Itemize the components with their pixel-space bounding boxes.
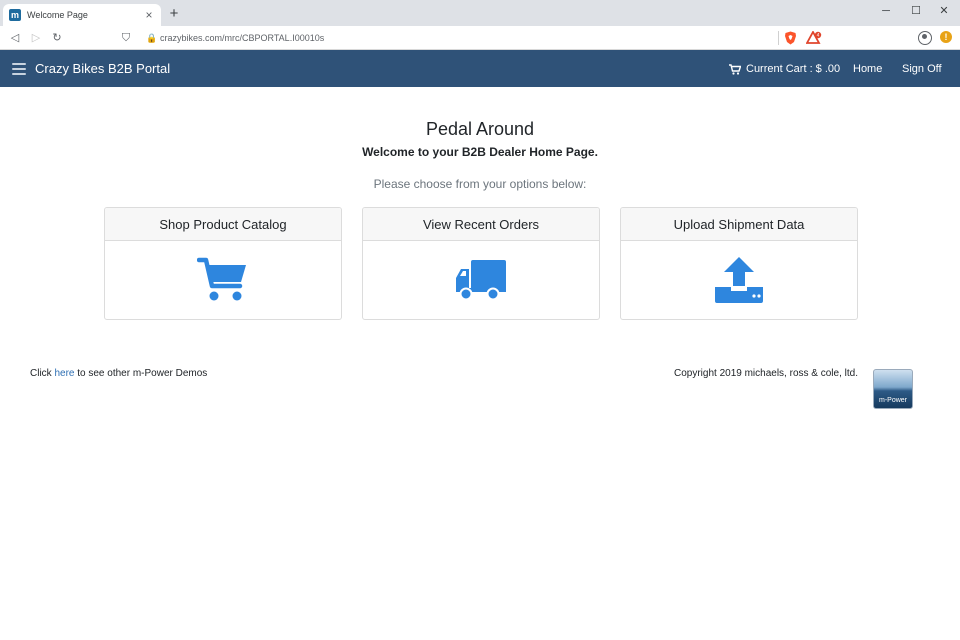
maximize-window-button[interactable]: ☐ <box>906 3 926 19</box>
forward-button[interactable]: ▷ <box>28 30 44 46</box>
card-body-shop[interactable] <box>105 241 341 319</box>
welcome-message: Welcome to your B2B Dealer Home Page. <box>362 145 598 159</box>
truck-icon[interactable] <box>455 256 507 304</box>
app-navbar: Crazy Bikes B2B Portal Current Cart : $ … <box>0 50 960 87</box>
tab-title: Welcome Page <box>27 10 88 20</box>
lock-icon: 🔒 <box>146 33 158 43</box>
copyright-text: Copyright 2019 michaels, ross & cole, lt… <box>674 368 858 379</box>
brand-title[interactable]: Crazy Bikes B2B Portal <box>35 61 170 77</box>
tab-close-icon[interactable]: × <box>143 9 155 21</box>
card-header-upload-shipment-data[interactable]: Upload Shipment Data <box>621 208 857 241</box>
close-window-button[interactable]: ✕ <box>934 3 954 19</box>
minimize-window-button[interactable]: ─ <box>876 3 896 19</box>
card-body-upload[interactable] <box>621 241 857 319</box>
card-header-shop-product-catalog[interactable]: Shop Product Catalog <box>105 208 341 241</box>
sign-off-link[interactable]: Sign Off <box>902 62 942 76</box>
hamburger-menu-icon[interactable] <box>12 63 26 75</box>
brave-rewards-icon[interactable]: 4 <box>806 31 822 45</box>
svg-text:4: 4 <box>817 33 820 39</box>
card-header-view-recent-orders[interactable]: View Recent Orders <box>363 208 599 241</box>
demo-suffix: to see other m-Power Demos <box>74 368 208 379</box>
current-cart-link[interactable]: Current Cart : $ .00 <box>729 62 840 76</box>
back-button[interactable]: ◁ <box>7 30 23 46</box>
home-link[interactable]: Home <box>853 62 882 76</box>
view-recent-orders-card[interactable]: View Recent Orders <box>362 207 600 320</box>
instructions-text: Please choose from your options below: <box>373 177 587 191</box>
cart-icon <box>729 63 741 75</box>
browser-toolbar: ◁ ▷ ↻ ⛉ 🔒 crazybikes.com/mrc/CBPORTAL.I0… <box>0 26 960 50</box>
browser-tab-welcome-page[interactable]: m Welcome Page × <box>3 4 161 26</box>
shopping-cart-icon[interactable] <box>197 256 249 304</box>
brave-shields-icon[interactable] <box>784 31 797 45</box>
page-title: Pedal Around <box>425 119 535 139</box>
reload-button[interactable]: ↻ <box>49 30 65 46</box>
demo-links-text: Click here to see other m-Power Demos <box>30 367 207 380</box>
demo-here-link[interactable]: here <box>54 368 74 379</box>
address-divider <box>778 31 779 45</box>
new-tab-button[interactable]: + <box>166 6 182 22</box>
demo-prefix: Click <box>30 368 55 379</box>
update-alert-icon[interactable]: ! <box>940 31 952 43</box>
bookmark-icon[interactable]: ⛉ <box>118 30 134 46</box>
shop-product-catalog-card[interactable]: Shop Product Catalog <box>104 207 342 320</box>
profile-icon[interactable] <box>918 31 932 45</box>
upload-icon[interactable] <box>713 256 765 304</box>
current-cart-label: Current Cart : $ .00 <box>746 63 841 75</box>
mpower-logo-text: m-Power <box>878 397 907 404</box>
card-body-orders[interactable] <box>363 241 599 319</box>
upload-shipment-data-card[interactable]: Upload Shipment Data <box>620 207 858 320</box>
browser-tabstrip: m Welcome Page × + ─ ☐ ✕ <box>0 0 960 26</box>
mpower-logo[interactable]: m-Power <box>873 369 913 409</box>
address-bar[interactable]: crazybikes.com/mrc/CBPORTAL.I00010s <box>160 31 324 45</box>
mpower-favicon-icon: m <box>9 9 21 21</box>
